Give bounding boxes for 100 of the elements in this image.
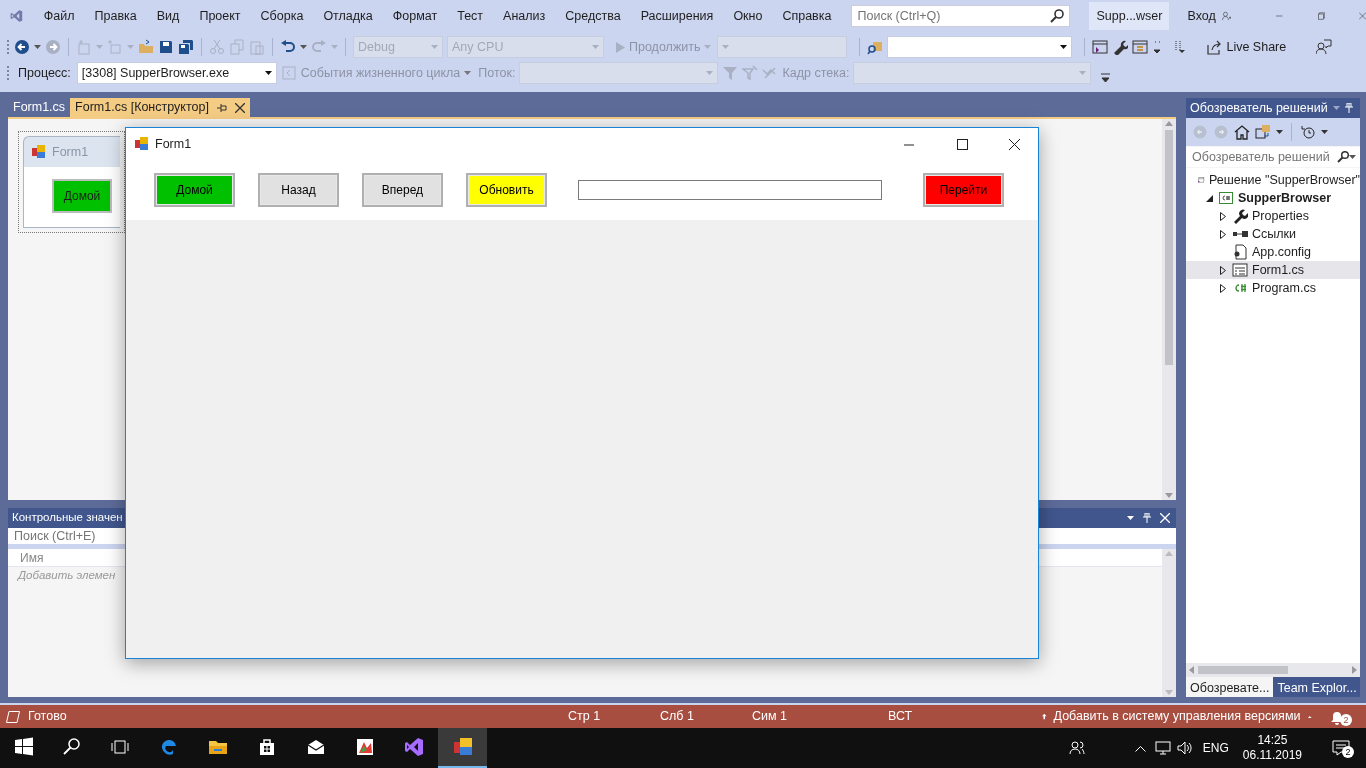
caret-icon[interactable] [1127, 516, 1134, 520]
feedback-icon[interactable] [1316, 39, 1333, 55]
back-icon[interactable] [14, 39, 30, 55]
stack-frame-label: Кадр стека: [782, 64, 850, 82]
close-icon[interactable] [234, 102, 245, 113]
solution-search-field[interactable]: Обозреватель решений [1186, 147, 1360, 167]
caret-icon[interactable] [264, 71, 272, 75]
history-icon[interactable] [1300, 124, 1316, 140]
menu-item[interactable]: Окно [723, 6, 773, 26]
caret-icon[interactable] [1060, 45, 1068, 49]
language-indicator[interactable]: ENG [1202, 739, 1229, 757]
tree-item[interactable]: Ссылки [1186, 225, 1360, 243]
form-button[interactable]: Вперед [362, 173, 443, 207]
menu-item[interactable]: Вид [146, 6, 190, 26]
caret-icon[interactable] [1276, 130, 1283, 134]
save-icon[interactable] [158, 39, 174, 55]
form-icon [32, 145, 46, 159]
chevron-up-icon[interactable] [1134, 744, 1146, 752]
sync-icon[interactable] [1255, 124, 1271, 140]
menu-item[interactable]: Правка [84, 6, 147, 26]
window-icon[interactable] [1092, 39, 1109, 55]
pin-icon[interactable] [216, 102, 227, 113]
network-icon[interactable] [1154, 741, 1171, 755]
find-icon[interactable] [867, 39, 884, 55]
panel-title: Обозреватель решений [1190, 99, 1328, 117]
save-all-icon[interactable] [178, 39, 194, 55]
panel-tab[interactable]: Team Explor... [1273, 677, 1361, 697]
collapsed-icon[interactable] [1220, 283, 1226, 293]
windows-icon[interactable] [14, 737, 34, 757]
config-file-icon [1232, 244, 1248, 260]
tree-item[interactable]: SupperBrowser [1186, 189, 1360, 207]
expanded-icon[interactable] [1205, 194, 1213, 202]
close-icon[interactable] [1009, 138, 1020, 150]
search-icon[interactable] [62, 737, 82, 757]
tree-item[interactable]: Program.cs [1186, 279, 1360, 297]
up-arrow-icon[interactable] [1042, 711, 1047, 722]
document-tab[interactable]: Form1.cs [Конструктор] [70, 98, 250, 117]
column-header: Имя [20, 549, 44, 567]
form-button[interactable]: Перейти [923, 173, 1004, 207]
clock-time[interactable]: 14:25 [1257, 733, 1288, 748]
process-label: Процесс: [18, 64, 71, 82]
form-button[interactable]: Назад [258, 173, 339, 207]
menu-item[interactable]: Отладка [313, 6, 383, 26]
search-field[interactable]: Поиск (Ctrl+Q) [851, 5, 1071, 27]
tree-item[interactable]: App.config [1186, 243, 1360, 261]
share-icon[interactable] [1206, 39, 1223, 55]
tree-item[interactable]: Решение "SupperBrowser" [1186, 171, 1360, 189]
output-icon[interactable] [6, 710, 20, 723]
tree-item[interactable]: Properties [1186, 207, 1360, 225]
watch-search-field[interactable]: Поиск (Ctrl+E) [12, 525, 117, 547]
tree-item[interactable]: Form1.cs [1186, 261, 1360, 279]
window-title: Form1 [155, 135, 192, 153]
menu-item[interactable]: Анализ [493, 6, 556, 26]
document-icon [354, 737, 375, 757]
document-tab[interactable]: Form1.cs [8, 98, 71, 117]
home-button[interactable]: Домой [52, 179, 112, 213]
solution-name[interactable]: Supp...wser [1089, 1, 1170, 31]
sign-in-link[interactable]: Вход [1187, 6, 1216, 26]
wrench-icon[interactable] [1112, 39, 1129, 55]
process-dropdown[interactable]: [3308] SupperBrowser.exe [76, 62, 277, 84]
menu-item[interactable]: Проект [189, 6, 251, 26]
action-center-icon[interactable] [1332, 739, 1350, 756]
live-share-button[interactable]: Live Share [1226, 37, 1287, 57]
overflow-icon[interactable] [1101, 72, 1111, 82]
home-icon[interactable] [1234, 124, 1250, 140]
panel-tab[interactable]: Обозревате... [1186, 677, 1274, 697]
menu-item[interactable]: Средства [555, 6, 631, 26]
menu-item[interactable]: Тест [447, 6, 494, 26]
form-file-icon [1232, 262, 1248, 278]
menu-item[interactable]: Файл [33, 6, 85, 26]
status-text: Готово [28, 708, 67, 726]
task-view-icon[interactable] [110, 737, 130, 757]
maximize-icon[interactable] [957, 138, 968, 150]
caret-icon[interactable] [1321, 130, 1328, 134]
clock-date[interactable]: 06.11.2019 [1242, 748, 1302, 763]
notification-icon[interactable] [1330, 711, 1344, 726]
collapsed-icon[interactable] [1220, 229, 1226, 239]
menu-item[interactable]: Формат [382, 6, 448, 26]
undo-icon[interactable] [280, 39, 296, 55]
search-icon[interactable] [1337, 151, 1349, 163]
collapsed-icon[interactable] [1220, 211, 1226, 221]
taskbar-button[interactable] [438, 728, 487, 768]
people-icon[interactable] [1068, 740, 1085, 756]
line-number: Стр 1 [568, 708, 601, 726]
form-button[interactable]: Домой [154, 173, 235, 207]
restore-icon[interactable] [1318, 10, 1326, 22]
menu-item[interactable]: Справка [772, 6, 842, 26]
notification-count: 2 [1340, 713, 1352, 726]
notification-count: 2 [1342, 746, 1354, 758]
collapsed-icon[interactable] [1220, 265, 1226, 275]
wrench-icon [1232, 208, 1248, 224]
form-button[interactable]: Обновить [466, 173, 547, 207]
search-icon[interactable] [1050, 9, 1065, 23]
volume-icon[interactable] [1176, 741, 1193, 755]
window-swap-icon[interactable] [1132, 39, 1149, 55]
menu-item[interactable]: Расширения [630, 6, 724, 26]
source-control-button[interactable]: Добавить в систему управления версиями [1053, 707, 1301, 726]
address-field[interactable] [578, 180, 882, 200]
menu-item[interactable]: Сборка [250, 6, 314, 26]
caret-icon[interactable] [1349, 155, 1356, 159]
